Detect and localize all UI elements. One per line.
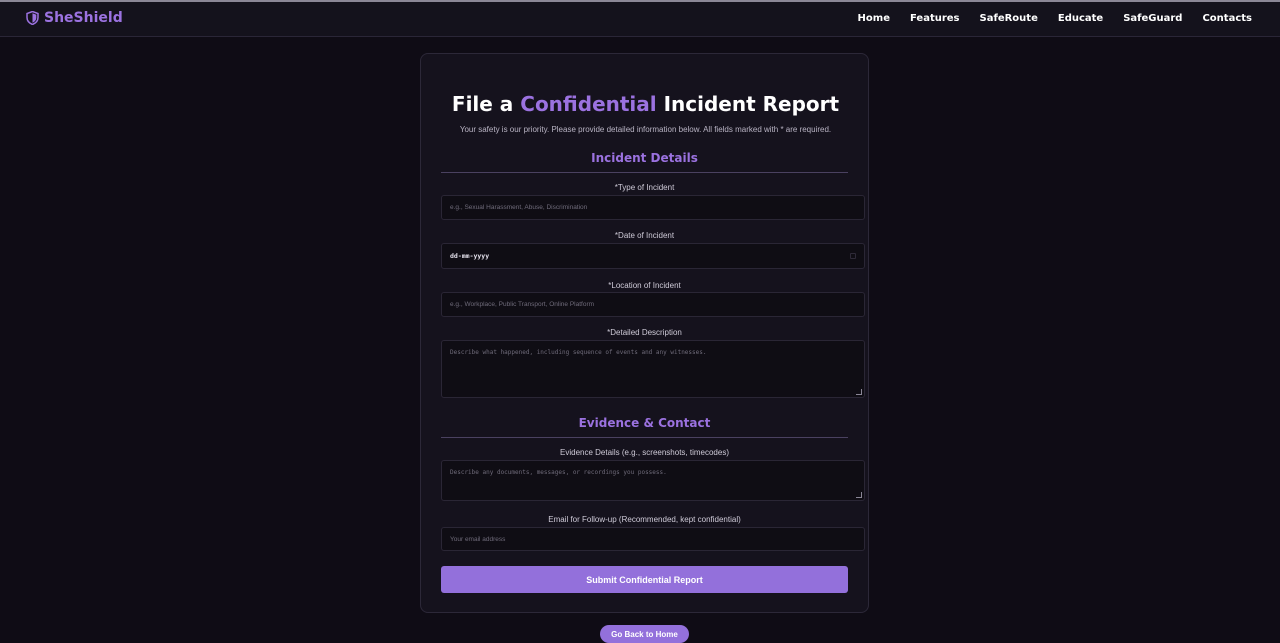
type-of-incident-input[interactable]: e.g., Sexual Harassment, Abuse, Discrimi… <box>441 195 865 220</box>
email-input[interactable]: Your email address <box>441 527 865 551</box>
type-placeholder: e.g., Sexual Harassment, Abuse, Discrimi… <box>450 204 588 211</box>
location-of-incident-input[interactable]: e.g., Workplace, Public Transport, Onlin… <box>441 292 865 317</box>
resize-handle-icon[interactable] <box>856 492 862 498</box>
page-title: File a Confidential Incident Report <box>421 92 870 116</box>
evidence-placeholder: Describe any documents, messages, or rec… <box>450 469 667 476</box>
page-subtitle: Your safety is our priority. Please prov… <box>459 125 832 134</box>
calendar-icon[interactable] <box>850 253 856 259</box>
title-accent: Confidential <box>520 92 657 116</box>
type-label: *Type of Incident <box>614 183 675 192</box>
nav-safeguard[interactable]: SafeGuard <box>1123 13 1182 24</box>
evidence-details-textarea[interactable]: Describe any documents, messages, or rec… <box>441 460 865 501</box>
nav-saferoute[interactable]: SafeRoute <box>980 13 1038 24</box>
brand-name: SheShield <box>44 10 123 26</box>
resize-handle-icon[interactable] <box>856 389 862 395</box>
brand-logo[interactable]: SheShield <box>26 10 123 26</box>
nav-features[interactable]: Features <box>910 13 960 24</box>
description-placeholder: Describe what happened, including sequen… <box>450 349 707 356</box>
nav-home[interactable]: Home <box>858 13 890 24</box>
title-end: Incident Report <box>656 92 840 116</box>
evidence-label: Evidence Details (e.g., screenshots, tim… <box>560 448 729 457</box>
email-placeholder: Your email address <box>450 535 506 543</box>
title-start: File a <box>451 92 521 116</box>
shield-icon <box>26 11 39 25</box>
description-label: *Detailed Description <box>607 328 682 337</box>
email-label: Email for Follow-up (Recommended, kept c… <box>548 515 741 524</box>
date-of-incident-input[interactable]: dd-mm-yyyy <box>441 243 865 269</box>
nav-contacts[interactable]: Contacts <box>1202 13 1252 24</box>
nav-educate[interactable]: Educate <box>1058 13 1103 24</box>
go-back-home-button[interactable]: Go Back to Home <box>600 625 689 643</box>
nav-menu: Home Features SafeRoute Educate SafeGuar… <box>858 13 1252 24</box>
navbar: SheShield Home Features SafeRoute Educat… <box>0 0 1280 37</box>
section-evidence-contact: Evidence & Contact <box>441 416 848 438</box>
detailed-description-textarea[interactable]: Describe what happened, including sequen… <box>441 340 865 398</box>
report-form-card: File a Confidential Incident Report Your… <box>420 53 869 613</box>
date-label: *Date of Incident <box>614 231 675 240</box>
submit-report-button[interactable]: Submit Confidential Report <box>441 566 848 593</box>
date-value: dd-mm-yyyy <box>450 252 490 260</box>
section-incident-details: Incident Details <box>441 151 848 173</box>
location-placeholder: e.g., Workplace, Public Transport, Onlin… <box>450 301 595 308</box>
location-label: *Location of Incident <box>608 281 681 290</box>
